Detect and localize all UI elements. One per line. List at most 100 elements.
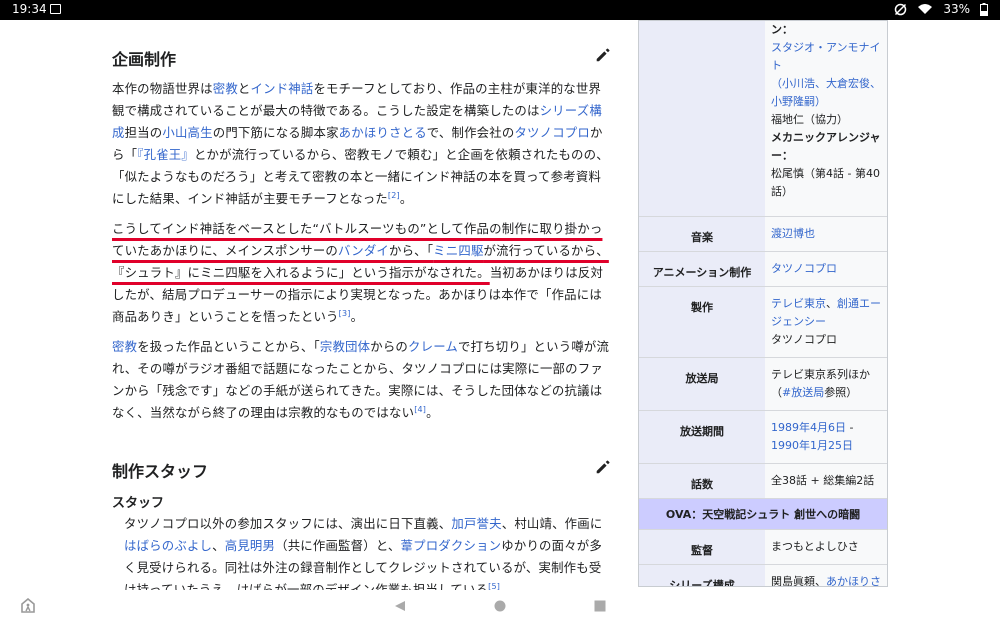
infobox-value: まつもとよしひさ: [765, 530, 887, 564]
infobox-value: テレビ東京、創通エージェンシー タツノコプロ: [765, 287, 887, 357]
paragraph: 密教を扱った作品ということから、「宗教団体からのクレームで打ち切り」という噂が流…: [112, 336, 612, 424]
wiki-link[interactable]: 小山高生: [162, 125, 212, 140]
text-run: から、「: [389, 243, 434, 258]
text-run: タツノコプロ以外の参加スタッフには、演出に日下直義、: [124, 516, 452, 531]
wiki-link[interactable]: 葦プロダクション: [401, 538, 502, 553]
edit-pencil-icon[interactable]: [594, 458, 612, 476]
status-bar: 19:34 33%: [0, 0, 1000, 20]
infobox-label: 放送局: [639, 358, 765, 410]
wiki-link[interactable]: ）: [815, 95, 826, 108]
wiki-link[interactable]: タツノコプロ: [771, 262, 837, 275]
bold-text: ン：: [771, 23, 793, 36]
infobox-label: 放送期間: [639, 411, 765, 463]
infobox-label: 話数: [639, 464, 765, 498]
infobox: ン： スタジオ・アンモナイト （小川浩、大倉宏俊、小野隆嗣） 福地仁（協力） メカニック…: [638, 20, 888, 587]
wiki-link[interactable]: 小野隆嗣: [771, 95, 815, 108]
wiki-link[interactable]: 、: [815, 77, 826, 90]
wiki-link[interactable]: 渡辺博也: [771, 227, 815, 240]
edit-pencil-icon[interactable]: [594, 46, 612, 64]
infobox-label: アニメーション制作: [639, 252, 765, 286]
paragraph: 本作の物語世界は密教とインド神話をモチーフとしており、作品の主柱が東洋的な世界観…: [112, 78, 612, 210]
wiki-link[interactable]: 密教: [213, 81, 238, 96]
paragraph: こうしてインド神話をベースとした“バトルスーツもの”として作品の制作に取り掛かっ…: [112, 218, 612, 328]
text-run: テレビ東京系列ほか: [771, 368, 870, 381]
text-run: 本作の物語世界は: [112, 81, 213, 96]
wiki-link[interactable]: 密教: [112, 339, 137, 354]
text-run: と: [237, 81, 251, 96]
ova-header: OVA：天空戦記シュラト 創世への暗闘: [639, 499, 887, 530]
infobox-row-staff: ン： スタジオ・アンモナイト （小川浩、大倉宏俊、小野隆嗣） 福地仁（協力） メカニック…: [639, 21, 887, 217]
infobox-row: 話数 全38話 + 総集編2話: [639, 464, 887, 499]
text-run: 全38話 + 総集編2話: [771, 474, 875, 487]
nav-bar: [0, 590, 1000, 625]
text-run: 、村山靖、作画に: [501, 516, 603, 531]
infobox-label: 製作: [639, 287, 765, 357]
citation-link[interactable]: [3]: [339, 309, 351, 318]
text-run: 福地仁（協力）: [771, 113, 848, 126]
wiki-link[interactable]: 1990年1月25日: [771, 439, 853, 452]
wiki-link[interactable]: 大倉宏俊: [826, 77, 870, 90]
text-run: 関島眞頼: [771, 575, 815, 587]
infobox-value: 全38話 + 総集編2話: [765, 464, 887, 498]
infobox-value: テレビ東京系列ほか （#放送局参照）: [765, 358, 887, 410]
wiki-link[interactable]: 小川浩: [782, 77, 815, 90]
text-run: 。: [500, 582, 513, 590]
text-run: -: [846, 421, 854, 434]
infobox-row: シリーズ構成関島眞頼、あかほりさとる: [639, 565, 887, 587]
infobox-row: 監督 まつもとよしひさ: [639, 530, 887, 565]
wiki-link[interactable]: タツノコプロ: [514, 125, 590, 140]
wiki-link[interactable]: 『孔雀王』: [137, 147, 194, 162]
wiki-link[interactable]: あかほりさとる: [339, 125, 427, 140]
infobox-label: 監督: [639, 530, 765, 564]
wiki-link[interactable]: スタジオ・アンモナイト: [771, 41, 881, 72]
text-run: （: [771, 386, 782, 399]
wiki-link[interactable]: 高見明男: [225, 538, 275, 553]
status-time: 19:34: [12, 2, 47, 16]
infobox-value: 1989年4月6日 - 1990年1月25日: [765, 411, 887, 463]
text-run: からの: [370, 339, 409, 354]
subsection-title: スタッフ: [112, 496, 165, 511]
wiki-link[interactable]: インド神話: [251, 81, 314, 96]
wiki-link[interactable]: バンダイ: [338, 243, 389, 258]
citation-link[interactable]: [5]: [488, 582, 500, 590]
home-icon[interactable]: [494, 600, 506, 612]
battery-icon: [980, 2, 988, 16]
text-run: 、: [826, 297, 837, 310]
text-run: まつもとよしひさ: [771, 540, 859, 553]
text-run: 。: [399, 191, 413, 206]
text-run: を扱った作品ということから、「: [137, 339, 320, 354]
text-run: 、: [815, 575, 826, 587]
infobox-label: 音楽: [639, 217, 765, 251]
article-content: 企画制作 本作の物語世界は密教とインド神話をモチーフとしており、作品の主柱が東洋…: [112, 20, 612, 590]
dnd-off-icon: [895, 3, 907, 15]
back-icon[interactable]: [394, 600, 406, 612]
wiki-link[interactable]: はばらのぶよし: [124, 538, 212, 553]
infobox-label: シリーズ構成: [639, 565, 765, 586]
wiki-link[interactable]: テレビ東京: [771, 297, 826, 310]
text-run: で、制作会社の: [426, 125, 515, 140]
citation-link[interactable]: [4]: [414, 405, 426, 414]
citation-link[interactable]: [2]: [388, 191, 400, 200]
text-run: 。: [350, 309, 364, 324]
home-accessibility-icon[interactable]: [20, 598, 36, 614]
recents-icon[interactable]: [594, 600, 606, 612]
section-title: 制作スタッフ: [112, 462, 209, 481]
wiki-link[interactable]: 1989年4月6日: [771, 421, 846, 434]
infobox-label: [639, 21, 765, 216]
wiki-link[interactable]: （: [771, 77, 782, 90]
text-run: （共に作画監督）と、: [275, 538, 401, 553]
wiki-link[interactable]: クレーム: [408, 339, 458, 354]
wiki-link[interactable]: 宗教団体: [320, 339, 370, 354]
infobox-value: タツノコプロ: [765, 252, 887, 286]
wiki-link[interactable]: 、: [870, 77, 881, 90]
paragraph: タツノコプロ以外の参加スタッフには、演出に日下直義、加戸誉夫、村山靖、作画にはば…: [112, 513, 612, 590]
infobox-value: ン： スタジオ・アンモナイト （小川浩、大倉宏俊、小野隆嗣） 福地仁（協力） メカニック…: [765, 21, 887, 216]
text-run: 、: [212, 538, 225, 553]
wiki-link[interactable]: ミニ四駆: [433, 243, 483, 258]
section-header-staff: 制作スタッフ: [112, 452, 612, 486]
wiki-link[interactable]: 加戸誉夫: [451, 516, 501, 531]
infobox-row: アニメーション制作 タツノコプロ: [639, 252, 887, 287]
wiki-link[interactable]: #放送局: [782, 386, 824, 399]
text-run: 。: [426, 405, 439, 420]
gallery-icon: [50, 4, 61, 14]
